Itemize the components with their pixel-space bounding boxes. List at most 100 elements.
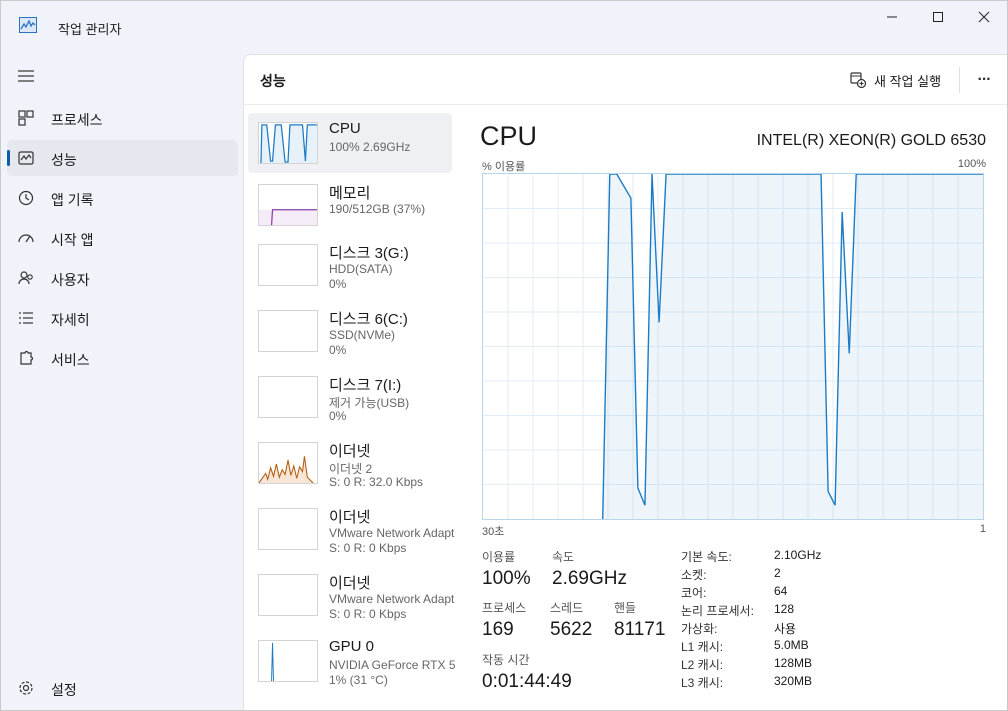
cpu-detail-pane: CPU INTEL(R) XEON(R) GOLD 6530 % 이용률 100… — [456, 105, 1007, 710]
device-name: 이더넷 — [329, 509, 371, 526]
more-options-icon: ··· — [977, 71, 992, 88]
title-bar[interactable]: 작업 관리자 — [1, 1, 1007, 51]
device-cpu[interactable]: CPU 100% 2.69GHz — [248, 113, 452, 173]
spec-value: 사용 — [774, 622, 797, 636]
sidebar-item-users[interactable]: 사용자 — [7, 260, 238, 296]
sidebar-item-details[interactable]: 자세히 — [7, 300, 238, 336]
cpu-thumbnail-graph — [258, 122, 318, 164]
spec-value: 5.0MB — [774, 638, 809, 652]
sidebar-item-performance[interactable]: 성능 — [7, 140, 238, 176]
close-button[interactable] — [961, 1, 1007, 33]
spec-key: 논리 프로세서: — [681, 604, 754, 618]
disk-thumbnail-graph — [258, 310, 318, 352]
disk-thumbnail-graph — [258, 244, 318, 286]
maximize-button[interactable] — [915, 1, 961, 33]
device-detail-2: 0% — [329, 409, 347, 423]
device-detail: VMware Network Adapt — [329, 526, 455, 540]
device-disk-3[interactable]: 디스크 3(G:) HDD(SATA) 0% — [248, 235, 452, 295]
spec-value: 128 — [774, 602, 795, 616]
spec-value: 2 — [774, 566, 781, 580]
sidebar-item-label: 프로세스 — [51, 112, 103, 128]
speed-value: 2.69GHz — [552, 568, 627, 589]
minimize-button[interactable] — [869, 1, 915, 33]
device-ethernet-3[interactable]: 이더넷 VMware Network Adapt S: 0 R: 0 Kbps — [248, 565, 455, 625]
close-icon — [978, 11, 990, 23]
performance-chart-icon — [18, 151, 34, 165]
sidebar-item-startup-apps[interactable]: 시작 앱 — [7, 220, 238, 256]
device-detail: 190/512GB (37%) — [329, 202, 426, 216]
device-detail: 100% 2.69GHz — [329, 140, 411, 154]
sidebar-item-services[interactable]: 서비스 — [7, 340, 238, 376]
device-detail: VMware Network Adapt — [329, 592, 455, 606]
sidebar: 프로세스 성능 앱 기록 시작 앱 사용자 자세히 서비스 설정 — [1, 51, 243, 710]
device-detail-2: S: 0 R: 32.0 Kbps — [329, 475, 424, 489]
cpu-utilization-area — [602, 174, 983, 519]
sidebar-item-label: 설정 — [51, 682, 77, 698]
details-list-icon — [19, 312, 33, 324]
graph-label-max: 100% — [957, 158, 986, 170]
uptime-value: 0:01:44:49 — [482, 671, 572, 692]
device-disk-7[interactable]: 디스크 7(I:) 제거 가능(USB) 0% — [248, 367, 452, 427]
processes-grid-icon — [18, 110, 34, 126]
spec-key: 가상화: — [681, 622, 718, 636]
task-manager-window: 작업 관리자 프로세스 성능 앱 기록 시작 앱 사용자 자세히 서비스 설정 … — [0, 0, 1008, 711]
main-panel: 성능 새 작업 실행 ··· CPU 100% 2.69GHz 메모리 190/… — [243, 54, 1007, 710]
device-detail-2: 0% — [329, 343, 347, 357]
active-indicator — [7, 150, 10, 166]
startup-speedometer-icon — [18, 234, 34, 243]
memory-thumbnail-graph — [258, 184, 318, 226]
sidebar-item-app-history[interactable]: 앱 기록 — [7, 180, 238, 216]
more-options-button[interactable]: ··· — [971, 69, 997, 91]
ethernet-thumbnail-graph — [258, 442, 318, 484]
threads-label: 스레드 — [550, 601, 584, 615]
sidebar-item-label: 성능 — [51, 152, 77, 168]
header-divider — [959, 67, 960, 93]
device-gpu-0[interactable]: GPU 0 NVIDIA GeForce RTX 50 1% (31 °C) — [248, 631, 456, 691]
handles-label: 핸들 — [614, 601, 637, 615]
task-manager-app-icon — [19, 17, 37, 33]
device-detail-2: 1% (31 °C) — [329, 673, 388, 687]
device-list: CPU 100% 2.69GHz 메모리 190/512GB (37%) 디스크… — [244, 105, 456, 710]
device-detail-2: 0% — [329, 277, 347, 291]
minimize-icon — [887, 16, 897, 18]
sidebar-item-processes[interactable]: 프로세스 — [7, 100, 238, 136]
users-icon — [18, 271, 33, 285]
uptime-label: 작동 시간 — [482, 653, 530, 667]
sidebar-item-settings[interactable]: 설정 — [7, 670, 238, 706]
utilization-label: 이용률 — [482, 550, 516, 564]
handles-value: 81171 — [614, 619, 666, 640]
device-disk-6[interactable]: 디스크 6(C:) SSD(NVMe) 0% — [248, 301, 452, 361]
spec-value: 2.10GHz — [774, 548, 822, 562]
disk-thumbnail-graph — [258, 376, 318, 418]
ethernet-thumbnail-graph — [258, 508, 318, 550]
device-ethernet-1[interactable]: 이더넷 이더넷 2 S: 0 R: 32.0 Kbps — [248, 433, 452, 493]
device-memory[interactable]: 메모리 190/512GB (37%) — [248, 175, 452, 235]
spec-value: 320MB — [774, 674, 813, 688]
run-new-task-button[interactable]: 새 작업 실행 — [850, 69, 941, 91]
ethernet-thumbnail-graph — [258, 574, 318, 616]
device-detail: SSD(NVMe) — [329, 328, 396, 342]
device-name: 디스크 3(G:) — [329, 245, 409, 262]
device-name: 디스크 7(I:) — [329, 377, 402, 394]
device-detail: NVIDIA GeForce RTX 50 — [329, 658, 456, 672]
window-title: 작업 관리자 — [58, 22, 122, 37]
device-name: 이더넷 — [329, 575, 371, 592]
device-name: 디스크 6(C:) — [329, 311, 408, 328]
device-name: CPU — [329, 120, 361, 137]
run-new-task-label: 새 작업 실행 — [874, 73, 942, 89]
spec-key: 기본 속도: — [681, 550, 732, 564]
spec-value: 128MB — [774, 656, 813, 670]
device-name: 이더넷 — [329, 443, 371, 460]
device-ethernet-2[interactable]: 이더넷 VMware Network Adapt S: 0 R: 0 Kbps — [248, 499, 455, 559]
hamburger-menu-icon[interactable] — [17, 69, 35, 83]
device-name: 메모리 — [329, 185, 371, 202]
spec-key: 소켓: — [681, 568, 707, 582]
threads-value: 5622 — [550, 619, 593, 640]
device-detail-2: S: 0 R: 0 Kbps — [329, 607, 407, 621]
run-new-task-icon — [850, 72, 866, 88]
spec-value: 64 — [774, 584, 788, 598]
gpu-thumbnail-graph — [258, 640, 318, 682]
speed-label: 속도 — [552, 550, 575, 564]
sidebar-item-label: 서비스 — [51, 352, 90, 368]
history-clock-icon — [18, 190, 34, 206]
